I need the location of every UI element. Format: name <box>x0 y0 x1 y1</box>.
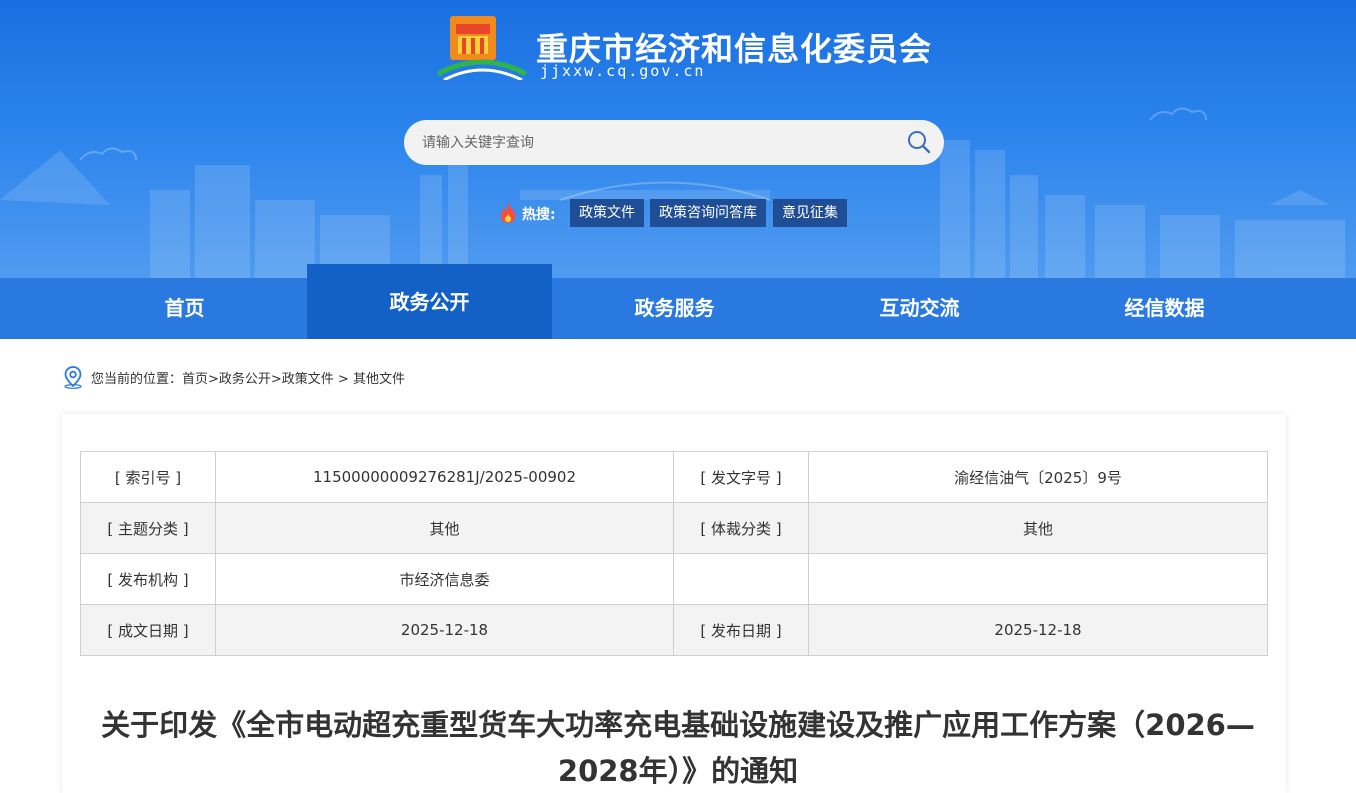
search-bar <box>404 120 944 165</box>
table-cell: 11500000009276281J/2025-00902 <box>215 451 674 503</box>
table-cell: 2025-12-18 <box>215 604 674 656</box>
table-cell: 渝经信油气〔2025〕9号 <box>808 451 1268 503</box>
table-cell: 其他 <box>808 502 1268 554</box>
nav-item-interaction[interactable]: 互动交流 <box>797 278 1042 339</box>
hot-search-label: 热搜: <box>522 207 556 223</box>
nav-item-services[interactable]: 政务服务 <box>552 278 797 339</box>
breadcrumb-prefix: 您当前的位置： <box>91 372 183 387</box>
table-cell: 市经济信息委 <box>215 553 674 605</box>
table-row: [ 成文日期 ] 2025-12-18 [ 发布日期 ] 2025-12-18 <box>80 604 1268 656</box>
table-cell: [ 体裁分类 ] <box>673 502 809 554</box>
hot-tag-opinion-collection[interactable]: 意见征集 <box>773 199 847 227</box>
table-cell: [ 发文字号 ] <box>673 451 809 503</box>
search-input[interactable] <box>422 130 892 155</box>
hot-tag-policy-qa[interactable]: 政策咨询问答库 <box>650 199 766 227</box>
table-row: [ 索引号 ] 11500000009276281J/2025-00902 [ … <box>80 451 1268 503</box>
nav-item-home[interactable]: 首页 <box>62 278 307 339</box>
site-logo[interactable]: 重庆市经济和信息化委员会 jjxxw.cq.gov.cn <box>436 10 936 82</box>
table-cell: 2025-12-18 <box>808 604 1268 656</box>
site-domain: jjxxw.cq.gov.cn <box>540 62 706 80</box>
table-row: [ 发布机构 ] 市经济信息委 <box>80 553 1268 605</box>
table-cell: [ 主题分类 ] <box>80 502 216 554</box>
breadcrumb-path[interactable]: 首页>政务公开>政策文件 > 其他文件 <box>182 372 405 387</box>
search-icon[interactable] <box>906 129 932 155</box>
main-nav: 首页 政务服务 互动交流 经信数据 <box>0 278 1356 339</box>
location-pin-icon <box>64 366 82 389</box>
table-row: [ 主题分类 ] 其他 [ 体裁分类 ] 其他 <box>80 502 1268 554</box>
table-cell: [ 发布机构 ] <box>80 553 216 605</box>
hot-tag-policy-files[interactable]: 政策文件 <box>570 199 644 227</box>
breadcrumb: 您当前的位置：首页>政务公开>政策文件 > 其他文件 <box>91 368 405 387</box>
table-cell <box>673 553 809 605</box>
nav-item-open-government[interactable]: 政务公开 <box>307 264 552 339</box>
table-cell: [ 索引号 ] <box>80 451 216 503</box>
table-cell: [ 成文日期 ] <box>80 604 216 656</box>
flame-icon <box>501 203 515 223</box>
document-title: 关于印发《全市电动超充重型货车大功率充电基础设施建设及推广应用工作方案（2026… <box>101 708 1255 788</box>
table-cell: [ 发布日期 ] <box>673 604 809 656</box>
table-cell <box>808 553 1268 605</box>
document-meta-table: [ 索引号 ] 11500000009276281J/2025-00902 [ … <box>80 451 1268 656</box>
logo-emblem-icon <box>436 16 528 80</box>
nav-item-data[interactable]: 经信数据 <box>1042 278 1287 339</box>
table-cell: 其他 <box>215 502 674 554</box>
